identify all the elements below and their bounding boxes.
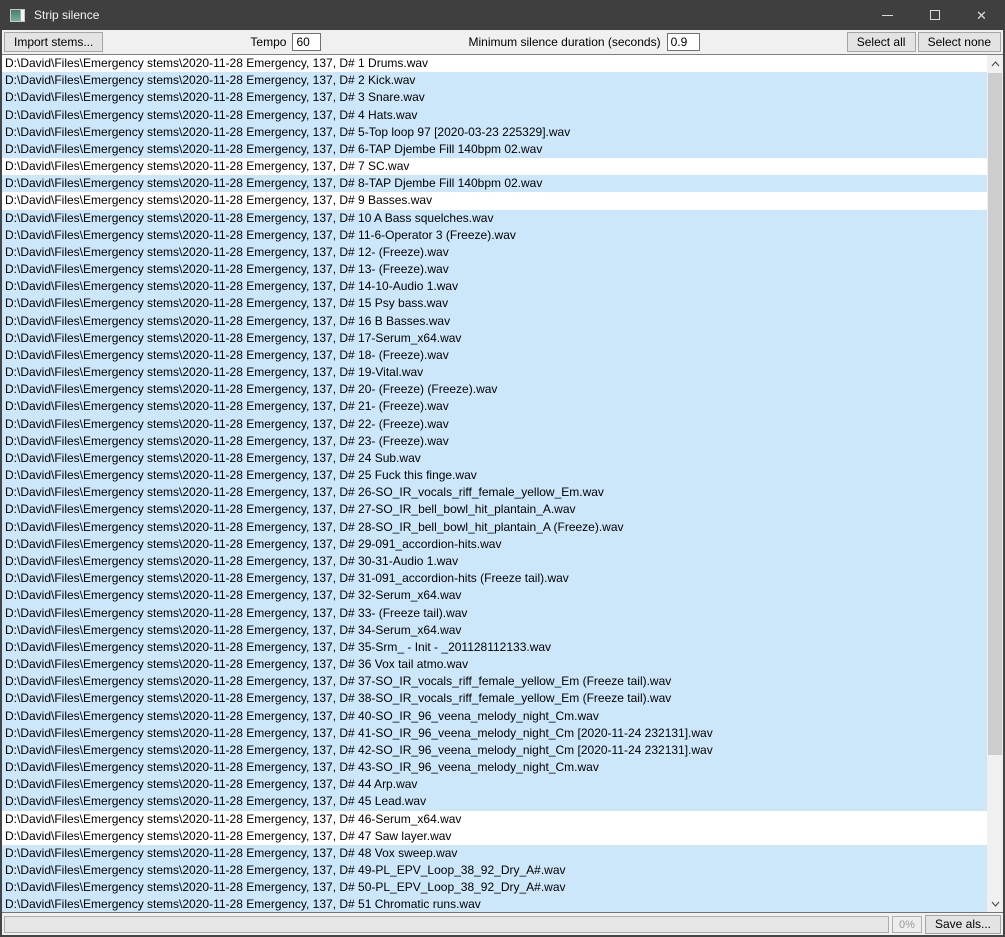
stem-list: D:\David\Files\Emergency stems\2020-11-2…	[2, 55, 987, 912]
list-item[interactable]: D:\David\Files\Emergency stems\2020-11-2…	[2, 312, 987, 330]
list-item[interactable]: D:\David\Files\Emergency stems\2020-11-2…	[2, 209, 987, 227]
list-item[interactable]: D:\David\Files\Emergency stems\2020-11-2…	[2, 72, 987, 90]
list-item[interactable]: D:\David\Files\Emergency stems\2020-11-2…	[2, 140, 987, 159]
list-item[interactable]: D:\David\Files\Emergency stems\2020-11-2…	[2, 776, 987, 794]
list-item[interactable]: D:\David\Files\Emergency stems\2020-11-2…	[2, 741, 987, 760]
list-item[interactable]: D:\David\Files\Emergency stems\2020-11-2…	[2, 638, 987, 657]
list-item[interactable]: D:\David\Files\Emergency stems\2020-11-2…	[2, 690, 987, 708]
statusbar: 0% Save als...	[2, 912, 1003, 935]
close-icon: ✕	[976, 7, 987, 23]
list-item[interactable]: D:\David\Files\Emergency stems\2020-11-2…	[2, 587, 987, 605]
list-item[interactable]: D:\David\Files\Emergency stems\2020-11-2…	[2, 604, 987, 622]
list-item[interactable]: D:\David\Files\Emergency stems\2020-11-2…	[2, 346, 987, 365]
list-item[interactable]: D:\David\Files\Emergency stems\2020-11-2…	[2, 810, 987, 828]
list-item[interactable]: D:\David\Files\Emergency stems\2020-11-2…	[2, 879, 987, 897]
list-item[interactable]: D:\David\Files\Emergency stems\2020-11-2…	[2, 656, 987, 674]
scrollbar-thumb[interactable]	[988, 73, 1002, 755]
list-item[interactable]: D:\David\Files\Emergency stems\2020-11-2…	[2, 329, 987, 347]
list-item[interactable]: D:\David\Files\Emergency stems\2020-11-2…	[2, 432, 987, 450]
progress-percent: 0%	[891, 915, 922, 933]
list-item[interactable]: D:\David\Files\Emergency stems\2020-11-2…	[2, 827, 987, 845]
list-item[interactable]: D:\David\Files\Emergency stems\2020-11-2…	[2, 278, 987, 296]
import-stems-button[interactable]: Import stems...	[4, 32, 104, 52]
list-item[interactable]: D:\David\Files\Emergency stems\2020-11-2…	[2, 415, 987, 433]
select-all-button[interactable]: Select all	[846, 32, 916, 52]
list-item[interactable]: D:\David\Files\Emergency stems\2020-11-2…	[2, 192, 987, 210]
list-item[interactable]: D:\David\Files\Emergency stems\2020-11-2…	[2, 55, 987, 73]
stem-list-container: D:\David\Files\Emergency stems\2020-11-2…	[2, 54, 1003, 912]
chevron-down-icon	[991, 901, 999, 907]
list-item[interactable]: D:\David\Files\Emergency stems\2020-11-2…	[2, 707, 987, 725]
list-item[interactable]: D:\David\Files\Emergency stems\2020-11-2…	[2, 793, 987, 811]
list-item[interactable]: D:\David\Files\Emergency stems\2020-11-2…	[2, 295, 987, 313]
list-item[interactable]: D:\David\Files\Emergency stems\2020-11-2…	[2, 106, 987, 124]
list-item[interactable]: D:\David\Files\Emergency stems\2020-11-2…	[2, 724, 987, 742]
list-item[interactable]: D:\David\Files\Emergency stems\2020-11-2…	[2, 226, 987, 244]
tempo-input[interactable]	[292, 33, 322, 51]
list-item[interactable]: D:\David\Files\Emergency stems\2020-11-2…	[2, 862, 987, 880]
list-item[interactable]: D:\David\Files\Emergency stems\2020-11-2…	[2, 175, 987, 193]
toolbar: Import stems... Tempo Minimum silence du…	[2, 30, 1003, 54]
list-item[interactable]: D:\David\Files\Emergency stems\2020-11-2…	[2, 449, 987, 468]
list-item[interactable]: D:\David\Files\Emergency stems\2020-11-2…	[2, 673, 987, 691]
window-title: Strip silence	[34, 8, 100, 22]
list-item[interactable]: D:\David\Files\Emergency stems\2020-11-2…	[2, 89, 987, 107]
scroll-down-button[interactable]	[987, 895, 1003, 912]
maximize-icon	[929, 10, 940, 20]
list-item[interactable]: D:\David\Files\Emergency stems\2020-11-2…	[2, 535, 987, 553]
scroll-up-button[interactable]	[987, 55, 1003, 72]
list-item[interactable]: D:\David\Files\Emergency stems\2020-11-2…	[2, 552, 987, 571]
list-item[interactable]: D:\David\Files\Emergency stems\2020-11-2…	[2, 501, 987, 519]
list-item[interactable]: D:\David\Files\Emergency stems\2020-11-2…	[2, 467, 987, 485]
tempo-label: Tempo	[250, 35, 287, 49]
list-item[interactable]: D:\David\Files\Emergency stems\2020-11-2…	[2, 381, 987, 399]
close-button[interactable]: ✕	[958, 0, 1005, 30]
list-item[interactable]: D:\David\Files\Emergency stems\2020-11-2…	[2, 896, 987, 912]
list-item[interactable]: D:\David\Files\Emergency stems\2020-11-2…	[2, 158, 987, 176]
min-silence-input[interactable]	[666, 33, 700, 51]
save-as-button[interactable]: Save als...	[924, 914, 1001, 934]
minimize-button[interactable]	[864, 0, 911, 30]
list-item[interactable]: D:\David\Files\Emergency stems\2020-11-2…	[2, 484, 987, 502]
progress-bar	[4, 915, 889, 933]
list-item[interactable]: D:\David\Files\Emergency stems\2020-11-2…	[2, 518, 987, 536]
list-item[interactable]: D:\David\Files\Emergency stems\2020-11-2…	[2, 123, 987, 141]
maximize-button[interactable]	[911, 0, 958, 30]
list-item[interactable]: D:\David\Files\Emergency stems\2020-11-2…	[2, 759, 987, 777]
titlebar: Strip silence ✕	[0, 0, 1005, 30]
vertical-scrollbar[interactable]	[987, 55, 1003, 912]
strip-silence-window: Strip silence ✕ Import stems... Tempo Mi…	[0, 0, 1005, 937]
app-icon	[10, 8, 25, 22]
chevron-up-icon	[991, 60, 999, 66]
minimize-icon	[882, 14, 893, 16]
min-silence-label: Minimum silence duration (seconds)	[468, 35, 661, 49]
list-item[interactable]: D:\David\Files\Emergency stems\2020-11-2…	[2, 570, 987, 588]
select-none-button[interactable]: Select none	[917, 32, 1001, 52]
list-item[interactable]: D:\David\Files\Emergency stems\2020-11-2…	[2, 364, 987, 382]
list-item[interactable]: D:\David\Files\Emergency stems\2020-11-2…	[2, 398, 987, 416]
list-item[interactable]: D:\David\Files\Emergency stems\2020-11-2…	[2, 844, 987, 863]
list-item[interactable]: D:\David\Files\Emergency stems\2020-11-2…	[2, 261, 987, 279]
list-item[interactable]: D:\David\Files\Emergency stems\2020-11-2…	[2, 243, 987, 262]
list-item[interactable]: D:\David\Files\Emergency stems\2020-11-2…	[2, 621, 987, 639]
